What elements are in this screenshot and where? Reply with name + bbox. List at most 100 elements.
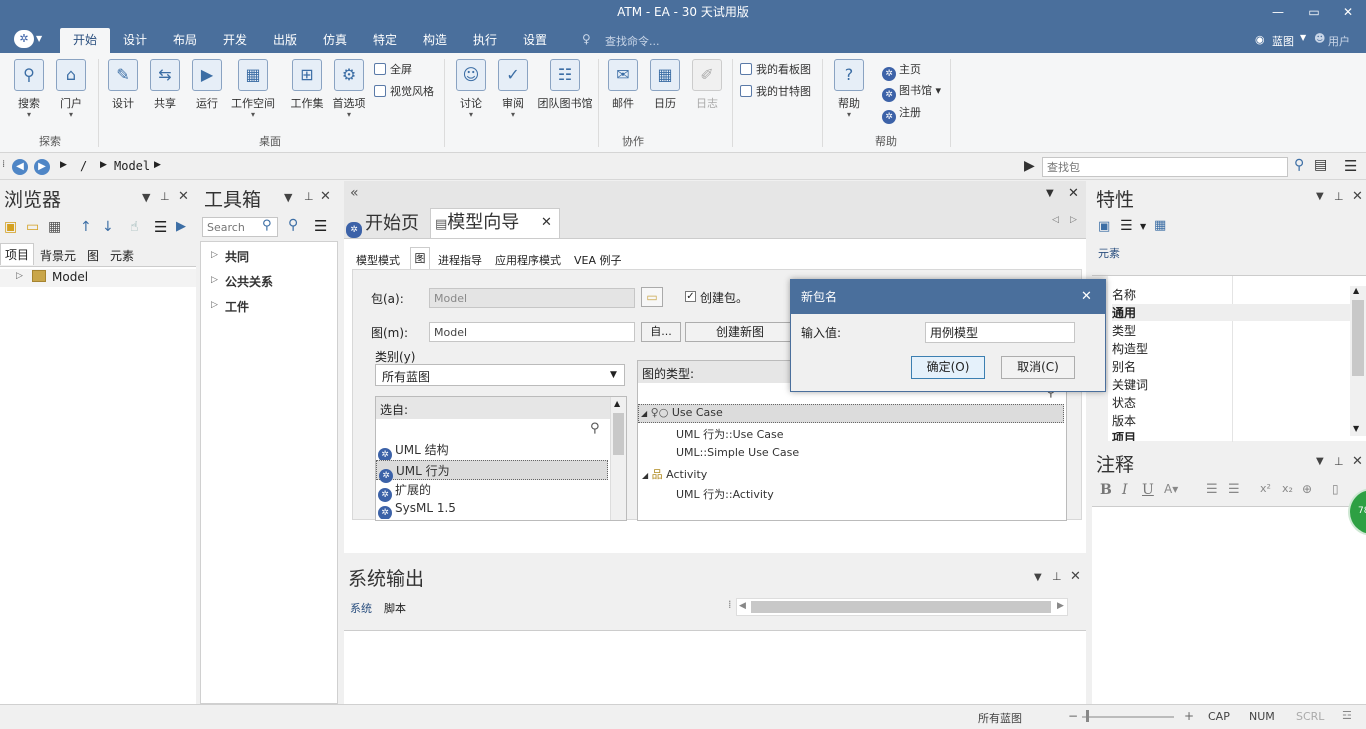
menu-icon[interactable]: ☰ — [1120, 218, 1133, 234]
scroll-thumb[interactable] — [1352, 300, 1364, 376]
zoom-thumb[interactable] — [1086, 710, 1089, 722]
close-icon[interactable]: ✕ — [1352, 189, 1363, 204]
workspace-button[interactable]: ▦ 工作空间 ▾ — [230, 59, 276, 119]
play-icon[interactable]: ▶ — [1024, 158, 1035, 174]
dropdown-icon[interactable]: ▼ — [142, 191, 150, 204]
scroll-right-icon[interactable]: ▶ — [1057, 601, 1064, 611]
workset-button[interactable]: ⊞ 工作集 — [288, 59, 326, 111]
preferences-button[interactable]: ⚙ 首选项 ▾ — [330, 59, 368, 119]
scroll-up-icon[interactable]: ▲ — [1353, 286, 1359, 295]
journal-button[interactable]: ✐ 日志 — [690, 59, 724, 111]
calendar-button[interactable]: ▦ 日历 — [648, 59, 682, 111]
create-diagram-button[interactable]: 创建新图 — [685, 322, 795, 342]
bold-button[interactable]: B — [1100, 482, 1112, 498]
close-icon[interactable]: ✕ — [1352, 454, 1363, 469]
forward-icon[interactable]: ▶ — [34, 159, 50, 175]
from-item[interactable]: ✲ SysML 1.5 — [378, 501, 456, 519]
hyperlink-icon[interactable]: ⊕ — [1302, 482, 1312, 496]
chevron-right-icon[interactable]: ▶ — [100, 160, 107, 170]
save-icon[interactable]: ▣ — [1098, 219, 1110, 234]
scroll-left-icon[interactable]: ◀ — [739, 601, 746, 611]
notes-editor[interactable] — [1092, 506, 1366, 704]
tab-design[interactable]: 设计 — [112, 28, 158, 53]
search-icon[interactable]: ⚲ — [262, 218, 272, 233]
dropdown-icon[interactable]: ▼ — [284, 191, 292, 204]
toolbox-group-artifacts[interactable]: 工件 — [225, 298, 249, 315]
scroll-left-icon[interactable]: ◁ — [1052, 215, 1059, 225]
tab-layout[interactable]: 布局 — [162, 28, 208, 53]
collapse-icon[interactable]: « — [350, 185, 359, 201]
from-item[interactable]: ✲ UML 结构 — [378, 441, 449, 462]
subtab-diagram[interactable]: 图 — [410, 247, 430, 269]
subtab-model-patterns[interactable]: 模型模式 — [356, 252, 400, 268]
category-select[interactable]: 所有蓝图 ▼ — [375, 364, 625, 386]
text-color-icon[interactable]: A▾ — [1164, 482, 1178, 496]
run-button[interactable]: ▶ 运行 — [190, 59, 224, 111]
path-root[interactable]: / — [80, 159, 87, 173]
new-package-icon[interactable]: ▣ — [4, 219, 17, 235]
chevron-down-icon[interactable]: ▼ — [1140, 222, 1146, 231]
diagram-input[interactable] — [429, 322, 635, 342]
collapse-icon[interactable]: ◢ — [642, 471, 648, 480]
prop-type[interactable]: 类型 — [1112, 322, 1136, 339]
gantt-button[interactable]: 我的甘特图 — [740, 83, 811, 101]
dropdown-icon[interactable]: ▼ — [1316, 456, 1324, 467]
package-name-input[interactable] — [925, 322, 1075, 343]
close-icon[interactable]: ✕ — [178, 189, 189, 204]
from-item-selected[interactable]: ✲ UML 行为 — [376, 460, 608, 483]
scroll-thumb[interactable] — [751, 601, 1051, 613]
prop-alias[interactable]: 别名 — [1112, 358, 1136, 375]
move-down-icon[interactable]: ↓ — [102, 219, 114, 235]
perspective-button[interactable]: 蓝图 — [1272, 33, 1294, 49]
review-button[interactable]: ✓ 审阅 ▾ — [496, 59, 530, 119]
auto-button[interactable]: 自... — [641, 322, 681, 342]
tab-settings[interactable]: 设置 — [512, 28, 558, 53]
tree-item-model[interactable]: ▷ Model — [0, 269, 196, 287]
cancel-button[interactable]: 取消(C) — [1001, 356, 1075, 379]
search-button[interactable]: ⚲ 搜索 ▾ — [12, 59, 46, 119]
prop-stereotype[interactable]: 构造型 — [1112, 340, 1148, 357]
tab-start-page[interactable]: ✲ 开始页 — [346, 209, 430, 238]
tab-execute[interactable]: 执行 — [462, 28, 508, 53]
move-up-icon[interactable]: ↑ — [80, 219, 92, 235]
tab-project[interactable]: 项目 — [0, 243, 34, 265]
user-button[interactable]: 用户 — [1328, 33, 1350, 49]
back-icon[interactable]: ◀ — [12, 159, 28, 175]
chevron-right-icon[interactable]: ▶ — [60, 160, 67, 170]
type-group-activity[interactable]: ◢ 品 Activity — [642, 466, 707, 482]
library-link[interactable]: ✲ 图书馆 ▾ — [882, 82, 941, 102]
tab-system[interactable]: 系统 — [350, 600, 372, 616]
from-scrollbar[interactable]: ▲ — [610, 397, 626, 520]
close-window-button[interactable]: ✕ — [1330, 0, 1366, 26]
tab-script[interactable]: 脚本 — [384, 600, 406, 616]
subscript-icon[interactable]: x₂ — [1282, 482, 1293, 495]
portal-button[interactable]: ⌂ 门户 ▾ — [54, 59, 88, 119]
help-button[interactable]: ? 帮助 ▾ — [832, 59, 866, 119]
tab-element[interactable]: 元素 — [110, 247, 134, 264]
close-icon[interactable]: ✕ — [320, 189, 331, 204]
dropdown-icon[interactable]: ▼ — [1316, 191, 1324, 202]
kanban-button[interactable]: 我的看板图 — [740, 61, 811, 79]
prop-section-project[interactable]: 项目 — [1112, 429, 1136, 441]
app-menu-chevron-icon[interactable]: ▼ — [36, 34, 42, 43]
fullscreen-button[interactable]: 全屏 — [374, 61, 412, 79]
register-link[interactable]: ✲ 注册 — [882, 104, 921, 124]
italic-button[interactable]: I — [1122, 482, 1128, 498]
team-library-button[interactable]: ☷ 团队图书馆 — [536, 59, 594, 111]
layout-icon[interactable]: ☲ — [1342, 709, 1352, 722]
type-item[interactable]: UML 行为::Activity — [676, 486, 774, 502]
prop-name[interactable]: 名称 — [1112, 286, 1136, 303]
ok-button[interactable]: 确定(O) — [911, 356, 985, 379]
menu-icon[interactable]: ☰ — [314, 217, 327, 235]
pin-icon[interactable]: ⊥ — [304, 190, 314, 203]
pin-icon[interactable]: ⊥ — [160, 190, 170, 203]
bullet-list-icon[interactable]: ☰ — [1206, 482, 1218, 497]
close-icon[interactable]: ✕ — [1068, 186, 1079, 201]
prop-section-general[interactable]: 通用 — [1112, 304, 1352, 321]
pin-icon[interactable]: ⊥ — [1334, 190, 1344, 203]
scroll-down-icon[interactable]: ▼ — [1353, 424, 1359, 433]
play-icon[interactable]: ▶ — [176, 219, 186, 234]
close-icon[interactable]: ✕ — [1070, 569, 1081, 584]
chevron-right-icon[interactable]: ▶ — [154, 160, 161, 170]
tab-specialize[interactable]: 特定 — [362, 28, 408, 53]
